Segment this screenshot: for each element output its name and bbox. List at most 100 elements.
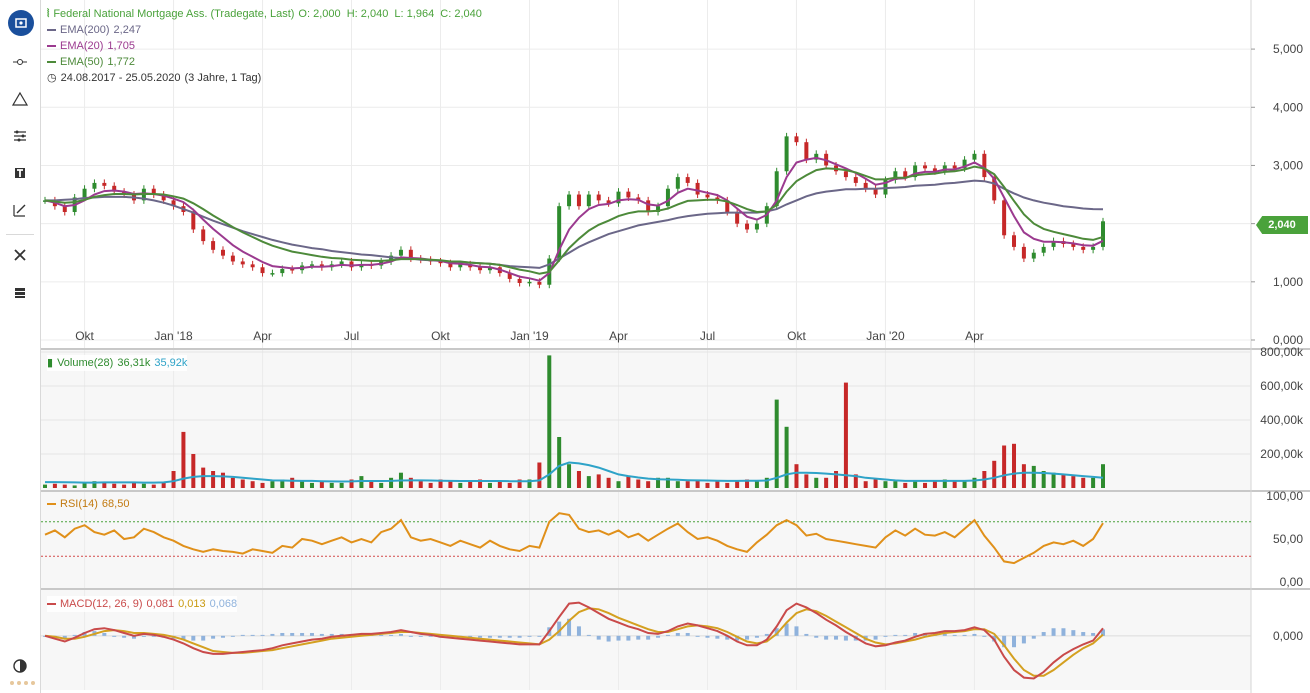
volume-bar (893, 481, 897, 488)
volume-bar (231, 478, 235, 488)
macd-histogram-bar (903, 635, 907, 636)
macd-histogram-bar (953, 635, 957, 636)
rsi-value: 68,50 (102, 496, 130, 512)
price-candle (696, 183, 700, 195)
price-candle (1042, 247, 1046, 253)
volume-bar (429, 483, 433, 488)
price-candle (231, 256, 235, 262)
rsi-legend: RSI(14) 68,50 (47, 496, 129, 512)
volume-bar (794, 464, 798, 488)
indicator-tool-icon[interactable] (8, 124, 32, 148)
volume-bar (270, 481, 274, 488)
macd-histogram-bar (715, 636, 719, 639)
macd-histogram-bar (330, 634, 334, 636)
volume-bar (963, 481, 967, 488)
price-candle (102, 183, 106, 186)
x-tick-label: Okt (431, 329, 450, 343)
rsi-y-tick: 100,00 (1266, 489, 1303, 503)
macd-histogram-bar (488, 636, 492, 638)
price-candle (92, 183, 96, 189)
macd-histogram-bar (705, 636, 709, 638)
volume-bar (953, 481, 957, 488)
macd-histogram-bar (1022, 636, 1026, 644)
macd-histogram-bar (1091, 633, 1095, 636)
macd-histogram-bar (320, 634, 324, 636)
text-tool-icon[interactable] (8, 161, 32, 185)
price-candle (587, 195, 591, 207)
volume-bar (844, 383, 848, 488)
volume-bar (537, 463, 541, 489)
price-legend: ⦚ Federal National Mortgage Ass. (Tradeg… (47, 6, 482, 86)
price-candle (310, 264, 314, 266)
volume-bar (725, 483, 729, 488)
volume-bar (43, 485, 47, 488)
volume-bar (547, 355, 551, 488)
macd-histogram-bar (1052, 628, 1056, 636)
macd-histogram-bar (597, 636, 601, 640)
settings-tool-icon[interactable] (8, 243, 32, 267)
volume-ma-value: 35,92k (154, 355, 187, 371)
volume-bar (191, 454, 195, 488)
price-candle (191, 212, 195, 229)
macd-histogram-bar (982, 636, 986, 637)
macd-histogram-bar (834, 636, 838, 640)
x-tick-label: Apr (609, 329, 628, 343)
x-tick-label: Apr (253, 329, 272, 343)
price-candle (528, 282, 532, 284)
volume-bar (221, 473, 225, 488)
chart-brand-icon[interactable] (8, 10, 34, 36)
price-y-tick: 1,000 (1273, 275, 1303, 289)
volume-bar (63, 485, 67, 488)
price-candle (537, 282, 541, 285)
macd-histogram-bar (261, 635, 265, 636)
volume-value: 36,31k (117, 355, 150, 371)
volume-bar (330, 483, 334, 488)
volume-bar (1081, 478, 1085, 488)
macd-histogram-bar (211, 636, 215, 639)
price-candle (972, 154, 976, 160)
volume-bar (715, 481, 719, 488)
price-y-tick: 5,000 (1273, 42, 1303, 56)
volume-bar (340, 483, 344, 488)
shape-tool-icon[interactable] (8, 87, 32, 111)
volume-bar (755, 481, 759, 488)
volume-bar (824, 478, 828, 488)
volume-bar (923, 483, 927, 488)
volume-bar (102, 483, 106, 488)
macd-histogram-bar (191, 636, 195, 641)
macd-histogram-bar (201, 636, 205, 641)
layout-tool-icon[interactable] (8, 281, 32, 305)
macd-histogram-bar (280, 633, 284, 636)
macd-histogram-bar (419, 636, 423, 637)
price-candle (982, 154, 986, 177)
macd-histogram-bar (844, 636, 848, 641)
volume-label: Volume(28) (57, 355, 113, 371)
line-tool-icon[interactable] (8, 50, 32, 74)
annotate-tool-icon[interactable] (8, 198, 32, 222)
price-candle (1091, 247, 1095, 250)
macd-histogram-bar (874, 636, 878, 640)
macd-histogram-bar (626, 636, 630, 641)
price-candle (854, 177, 858, 183)
rsi-y-tick: 50,00 (1273, 532, 1303, 546)
rsi-y-tick: 0,00 (1280, 575, 1304, 589)
macd-histogram-bar (409, 636, 413, 637)
macd-histogram-bar (676, 633, 680, 636)
volume-bar (903, 483, 907, 488)
volume-bar (241, 480, 245, 489)
volume-y-tick: 400,00k (1260, 413, 1304, 427)
histogram-value: 0,068 (210, 596, 238, 612)
macd-histogram-bar (814, 636, 818, 638)
volume-bar (864, 481, 868, 488)
theme-toggle-icon[interactable] (8, 654, 32, 678)
chart-area[interactable]: 0,0001,0002,0003,0004,0005,000OktJan '18… (41, 0, 1310, 693)
macd-histogram-bar (528, 636, 532, 637)
price-candle (1002, 200, 1006, 235)
macd-histogram-bar (221, 636, 225, 638)
volume-bar (646, 481, 650, 488)
macd-label: MACD(12, 26, 9) (60, 596, 143, 612)
macd-histogram-bar (508, 636, 512, 638)
macd-histogram-bar (122, 636, 126, 638)
chart-canvas[interactable]: 0,0001,0002,0003,0004,0005,000OktJan '18… (41, 0, 1310, 693)
macd-histogram-bar (883, 636, 887, 637)
